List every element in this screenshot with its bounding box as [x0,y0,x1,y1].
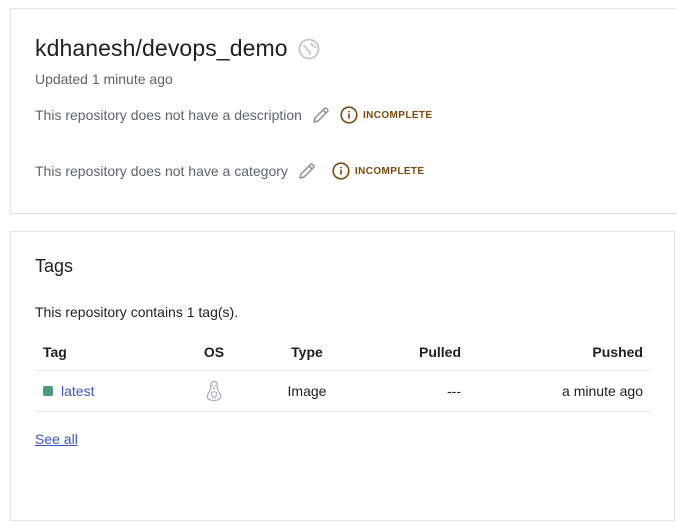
column-header-pushed: Pushed [461,334,651,371]
category-row: This repository does not have a category… [35,161,424,181]
column-header-type: Type [255,334,359,371]
tag-link-latest[interactable]: latest [61,383,94,399]
column-header-pulled: Pulled [359,334,461,371]
tag-type: Image [255,370,359,412]
table-header-row: Tag OS Type Pulled Pushed [35,334,651,371]
category-text: This repository does not have a category [35,163,288,179]
tags-heading: Tags [35,256,74,276]
globe-icon [298,38,320,60]
tags-card: Tags This repository contains 1 tag(s). … [10,231,675,521]
repository-title: kdhanesh/devops_demo [35,35,288,61]
description-text: This repository does not have a descript… [35,107,302,123]
repository-title-row: kdhanesh/devops_demo [35,35,320,62]
description-row: This repository does not have a descript… [35,105,433,125]
category-incomplete-badge: INCOMPLETE [332,162,425,180]
tags-count-text: This repository contains 1 tag(s). [35,304,239,320]
column-header-tag: Tag [35,334,173,371]
tag-status-dot [43,386,53,396]
edit-description-pencil-icon[interactable] [311,105,331,125]
info-icon [340,106,358,124]
tag-pulled: --- [359,370,461,412]
tag-pushed: a minute ago [461,370,651,412]
table-row: latest Image --- a minute ago [35,370,651,412]
updated-timestamp: Updated 1 minute ago [35,71,173,87]
badge-label: INCOMPLETE [354,165,425,177]
see-all-link[interactable]: See all [35,431,78,447]
linux-icon [205,380,223,402]
badge-label: INCOMPLETE [362,109,433,121]
description-incomplete-badge: INCOMPLETE [340,106,433,124]
tags-table: Tag OS Type Pulled Pushed latest Image -… [35,334,651,412]
repository-info-card: kdhanesh/devops_demo Updated 1 minute ag… [10,8,677,214]
info-icon [332,162,350,180]
edit-category-pencil-icon[interactable] [297,161,317,181]
column-header-os: OS [173,334,255,371]
